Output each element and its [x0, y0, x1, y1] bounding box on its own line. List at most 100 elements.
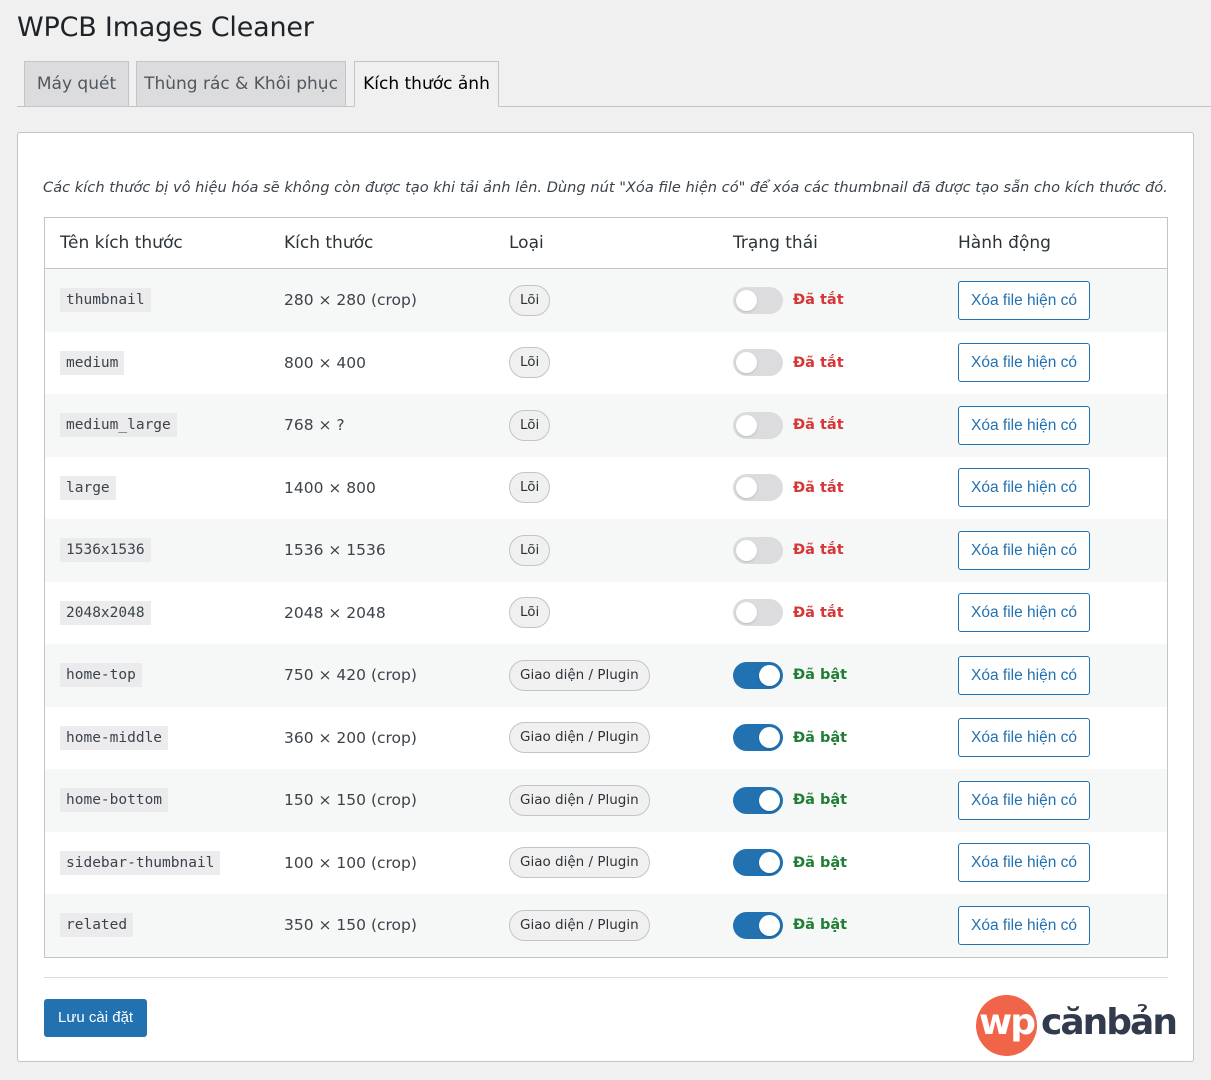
header-size-name: Tên kích thước [60, 233, 183, 253]
toggle-knob [736, 352, 757, 374]
type-cell: Lõi [509, 269, 551, 332]
type-badge: Giao diện / Plugin [509, 784, 650, 816]
size-name-cell: related [60, 894, 134, 957]
status-label: Đã bật [793, 729, 848, 746]
type-cell: Giao diện / Plugin [509, 832, 650, 895]
size-dimension: 768 × ? [284, 416, 345, 435]
type-cell: Lõi [509, 394, 551, 457]
status-toggle[interactable] [733, 786, 783, 814]
delete-existing-files-button[interactable]: Xóa file hiện có [958, 468, 1090, 508]
action-cell: Xóa file hiện có [958, 707, 1090, 770]
status-cell: Đã tắt [733, 269, 844, 332]
size-dimension: 750 × 420 (crop) [284, 666, 417, 685]
delete-existing-files-button[interactable]: Xóa file hiện có [958, 280, 1090, 320]
status-cell: Đã bật [733, 644, 847, 707]
table-row: large 1400 × 800 Lõi Đã tắt Xóa file hiện có [45, 456, 1167, 520]
type-badge: Giao diện / Plugin [509, 722, 650, 754]
delete-existing-files-button[interactable]: Xóa file hiện có [958, 593, 1090, 633]
table-row: sidebar-thumbnail 100 × 100 (crop) Giao di… [45, 831, 1167, 895]
status-toggle[interactable] [733, 474, 783, 502]
status-cell: Đã bật [733, 894, 847, 957]
size-name: medium_large [60, 413, 177, 438]
status-label: Đã tắt [793, 604, 844, 621]
action-cell: Xóa file hiện có [958, 519, 1090, 582]
logo-brand-text: cănbản [1041, 1002, 1178, 1043]
status-toggle[interactable] [733, 349, 783, 377]
type-badge: Lõi [509, 347, 551, 379]
dimension-cell: 350 × 150 (crop) [284, 894, 417, 957]
action-cell: Xóa file hiện có [958, 832, 1090, 895]
type-badge: Lõi [509, 284, 551, 316]
type-badge: Lõi [509, 597, 551, 629]
type-cell: Lõi [509, 582, 551, 645]
action-cell: Xóa file hiện có [958, 582, 1090, 645]
status-cell: Đã bật [733, 832, 847, 895]
toggle-knob [736, 289, 757, 311]
action-cell: Xóa file hiện có [958, 769, 1090, 832]
status-toggle[interactable] [733, 411, 783, 439]
size-name: related [60, 913, 134, 938]
delete-existing-files-button[interactable]: Xóa file hiện có [958, 780, 1090, 820]
type-cell: Giao diện / Plugin [509, 894, 650, 957]
delete-existing-files-button[interactable]: Xóa file hiện có [958, 905, 1090, 945]
status-label: Đã tắt [793, 479, 844, 496]
size-name-cell: sidebar-thumbnail [60, 832, 221, 895]
status-toggle[interactable] [733, 286, 783, 314]
status-toggle[interactable] [733, 849, 783, 877]
status-toggle[interactable] [733, 661, 783, 689]
type-badge: Giao diện / Plugin [509, 659, 650, 691]
delete-existing-files-button[interactable]: Xóa file hiện có [958, 655, 1090, 695]
status-label: Đã tắt [793, 292, 844, 309]
header-action: Hành động [958, 233, 1051, 253]
size-dimension: 280 × 280 (crop) [284, 291, 417, 310]
delete-existing-files-button[interactable]: Xóa file hiện có [958, 843, 1090, 883]
type-badge: Lõi [509, 534, 551, 566]
delete-existing-files-button[interactable]: Xóa file hiện có [958, 718, 1090, 758]
size-name: 1536x1536 [60, 538, 151, 563]
dimension-cell: 280 × 280 (crop) [284, 269, 417, 332]
dimension-cell: 768 × ? [284, 394, 345, 457]
type-cell: Giao diện / Plugin [509, 769, 650, 832]
size-dimension: 360 × 200 (crop) [284, 728, 417, 747]
size-name: large [60, 475, 116, 500]
size-name-cell: thumbnail [60, 269, 151, 332]
table-row: medium_large 768 × ? Lõi Đã tắt Xóa file hiệ… [45, 394, 1167, 457]
type-cell: Lõi [509, 332, 551, 395]
status-toggle[interactable] [733, 724, 783, 752]
status-cell: Đã tắt [733, 582, 844, 645]
tab-scanner[interactable]: Máy quét [24, 61, 129, 106]
type-cell: Lõi [509, 519, 551, 582]
size-name: medium [60, 350, 125, 375]
size-dimension: 1400 × 800 [284, 478, 376, 497]
toggle-knob [736, 414, 757, 436]
size-dimension: 350 × 150 (crop) [284, 916, 417, 935]
action-cell: Xóa file hiện có [958, 332, 1090, 395]
size-dimension: 1536 × 1536 [284, 541, 386, 560]
delete-existing-files-button[interactable]: Xóa file hiện có [958, 530, 1090, 570]
size-name: home-top [60, 663, 142, 688]
dimension-cell: 750 × 420 (crop) [284, 644, 417, 707]
type-badge: Giao diện / Plugin [509, 909, 650, 941]
delete-existing-files-button[interactable]: Xóa file hiện có [958, 405, 1090, 445]
size-dimension: 150 × 150 (crop) [284, 791, 417, 810]
status-toggle[interactable] [733, 911, 783, 939]
delete-existing-files-button[interactable]: Xóa file hiện có [958, 343, 1090, 383]
description-text: Các kích thước bị vô hiệu hóa sẽ không c… [43, 179, 1168, 196]
tab-image-sizes[interactable]: Kích thước ảnh [354, 61, 499, 107]
action-cell: Xóa file hiện có [958, 394, 1090, 457]
logo-wp-text: wp [979, 1002, 1036, 1043]
status-cell: Đã tắt [733, 332, 844, 395]
status-label: Đã tắt [793, 354, 844, 371]
toggle-knob [736, 539, 757, 561]
status-toggle[interactable] [733, 536, 783, 564]
toggle-knob [759, 664, 780, 686]
action-cell: Xóa file hiện có [958, 457, 1090, 520]
page-title: WPCB Images Cleaner [17, 12, 314, 43]
size-dimension: 100 × 100 (crop) [284, 853, 417, 872]
toggle-knob [759, 914, 780, 936]
tab-trash-restore[interactable]: Thùng rác & Khôi phục [136, 61, 346, 106]
status-toggle[interactable] [733, 599, 783, 627]
save-settings-button[interactable]: Lưu cài đặt [44, 999, 148, 1037]
size-name: sidebar-thumbnail [60, 850, 221, 875]
dimension-cell: 150 × 150 (crop) [284, 769, 417, 832]
